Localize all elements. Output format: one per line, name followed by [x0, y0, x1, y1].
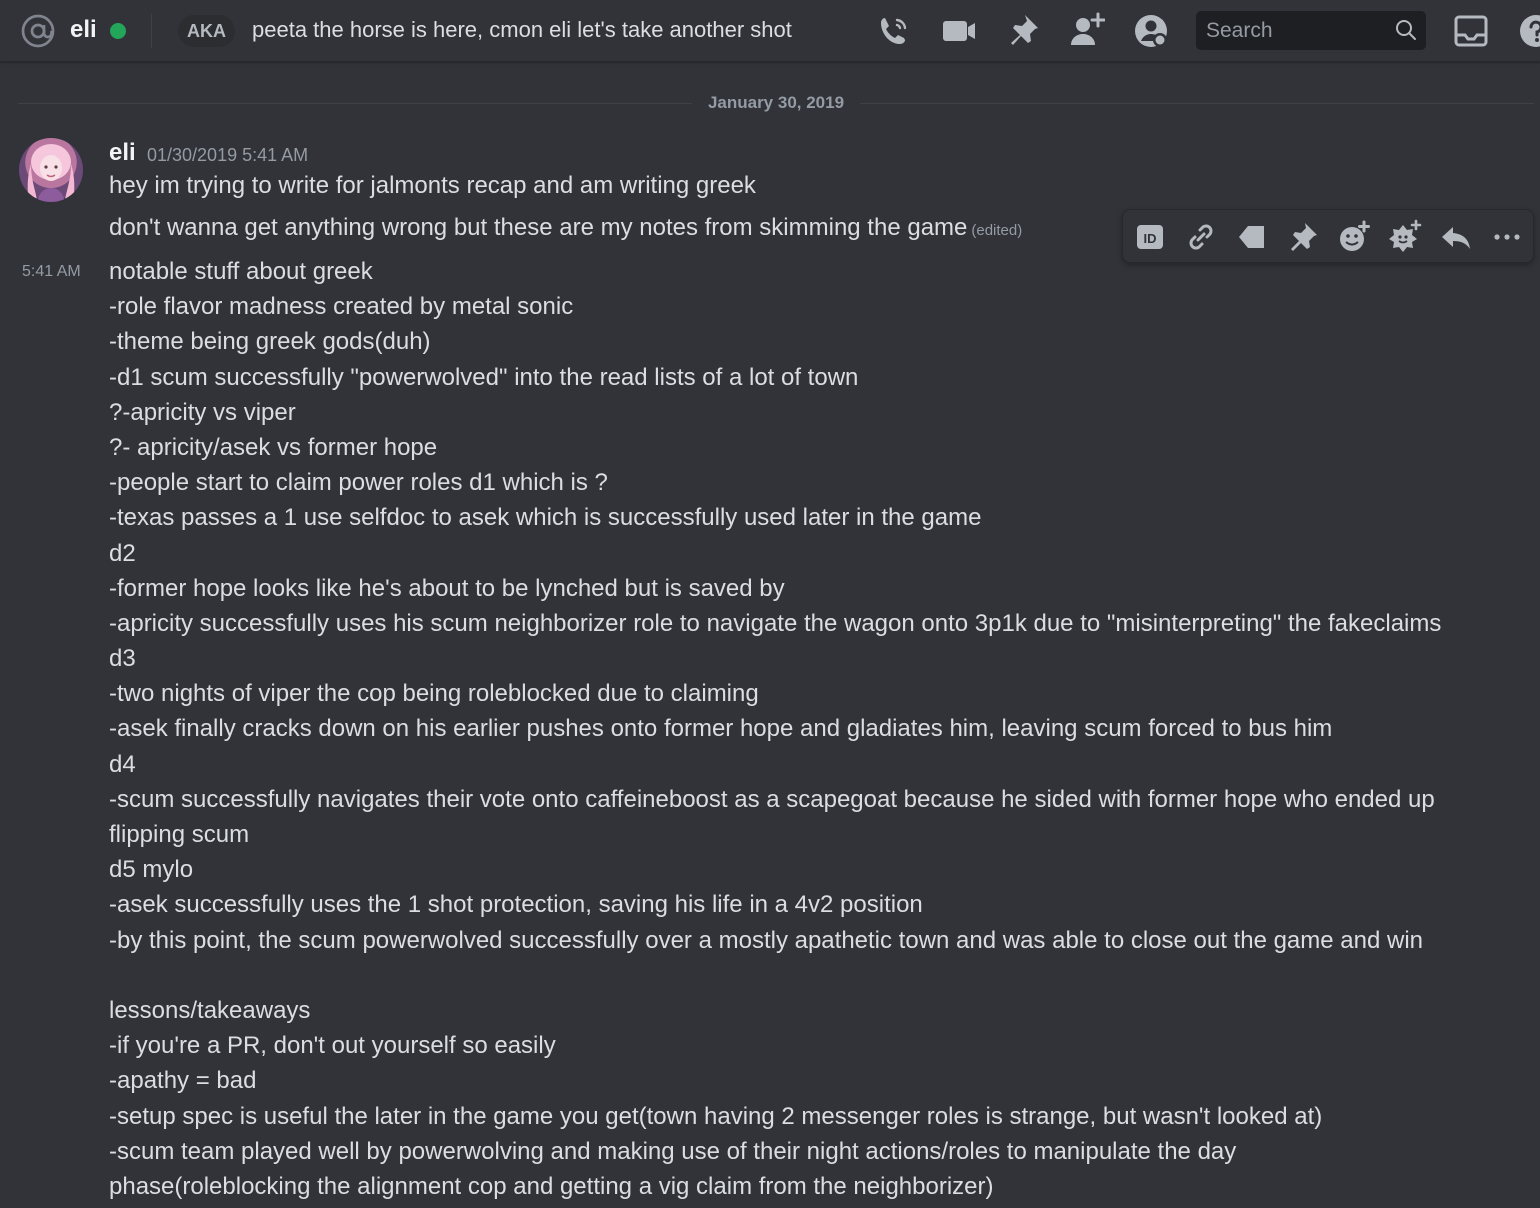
message-line: lessons/takeaways [109, 996, 311, 1024]
message-line: -if you're a PR, don't out yourself so e… [109, 1032, 556, 1060]
message-line: -former hope looks like he's about to be… [109, 574, 785, 602]
message-line: ?- apricity/asek vs former hope [109, 433, 438, 461]
message-line: -asek finally cracks down on his earlier… [109, 715, 1333, 743]
hover-timestamp: 5:41 AM [22, 263, 81, 280]
message-line: -by this point, the scum powerwolved suc… [109, 926, 1424, 954]
message-line: -d1 scum successfully "powerwolved" into… [109, 363, 859, 391]
pin-icon[interactable] [1005, 12, 1041, 50]
message-timestamp: 01/30/2019 5:41 AM [147, 145, 309, 165]
channel-header: eli AKA peeta the horse is here, cmon el… [0, 0, 1540, 62]
add-super-reaction-icon[interactable] [1387, 219, 1423, 255]
message-hover-toolbar: ID [1122, 209, 1534, 263]
message-text: don't wanna get anything wrong but these… [109, 214, 968, 241]
message-line: -asek successfully uses the 1 shot prote… [109, 891, 923, 919]
message-line: -scum team played well by powerwolving a… [109, 1137, 1237, 1200]
copy-link-icon[interactable] [1183, 219, 1219, 255]
message-line: -setup spec is useful the later in the g… [109, 1102, 1323, 1130]
date-divider: January 30, 2019 [692, 93, 860, 113]
add-reaction-icon[interactable] [1336, 219, 1372, 255]
search-placeholder: Search [1206, 19, 1273, 42]
message-line: -scum successfully navigates their vote … [109, 785, 1435, 849]
message-line: d4 [109, 750, 136, 778]
user-avatar[interactable] [19, 138, 83, 202]
pin-message-icon[interactable] [1285, 219, 1321, 255]
mark-unread-icon[interactable] [1234, 219, 1270, 255]
search-input[interactable]: Search [1196, 11, 1426, 50]
message-line: -apricity successfully uses his scum nei… [109, 609, 1442, 637]
message-line: -role flavor madness created by metal so… [109, 293, 574, 321]
header-divider [151, 14, 152, 48]
add-friend-icon[interactable] [1069, 12, 1106, 50]
reply-icon[interactable] [1438, 219, 1474, 255]
message-line: -apathy = bad [109, 1067, 257, 1095]
edited-label: (edited) [971, 222, 1023, 239]
help-icon[interactable] [1514, 12, 1540, 50]
dm-username[interactable]: eli [70, 16, 97, 44]
message-line: -two nights of viper the cop being roleb… [109, 680, 759, 708]
search-icon [1396, 20, 1416, 40]
user-profile-icon[interactable] [1133, 12, 1169, 50]
online-status-icon [110, 23, 126, 39]
message-body: notable stuff about greek -role flavor m… [109, 254, 1519, 1204]
message-line: d3 [109, 645, 136, 673]
aka-badge[interactable]: AKA [178, 15, 235, 47]
message-line: -people start to claim power roles d1 wh… [109, 469, 608, 497]
message-text: hey im trying to write for jalmonts reca… [109, 172, 756, 199]
inbox-icon[interactable] [1453, 12, 1489, 50]
message-line: d5 mylo [109, 856, 194, 884]
video-camera-icon[interactable] [941, 12, 977, 50]
phone-call-icon[interactable] [876, 12, 912, 50]
message-line: ?-apricity vs viper [109, 398, 296, 426]
message-line: d2 [109, 539, 136, 567]
message-line: -texas passes a 1 use selfdoc to asek wh… [109, 504, 982, 532]
more-options-icon[interactable] [1489, 219, 1525, 255]
nickname-list: peeta the horse is here, cmon eli let's … [252, 17, 792, 42]
svg-text:ID: ID [1144, 231, 1157, 246]
copy-id-icon[interactable]: ID [1132, 219, 1168, 255]
message-author[interactable]: eli [109, 139, 136, 167]
message-line: -theme being greek gods(duh) [109, 328, 431, 356]
at-sign-icon [21, 14, 55, 48]
message-text-edited: don't wanna get anything wrong but these… [109, 214, 1022, 242]
